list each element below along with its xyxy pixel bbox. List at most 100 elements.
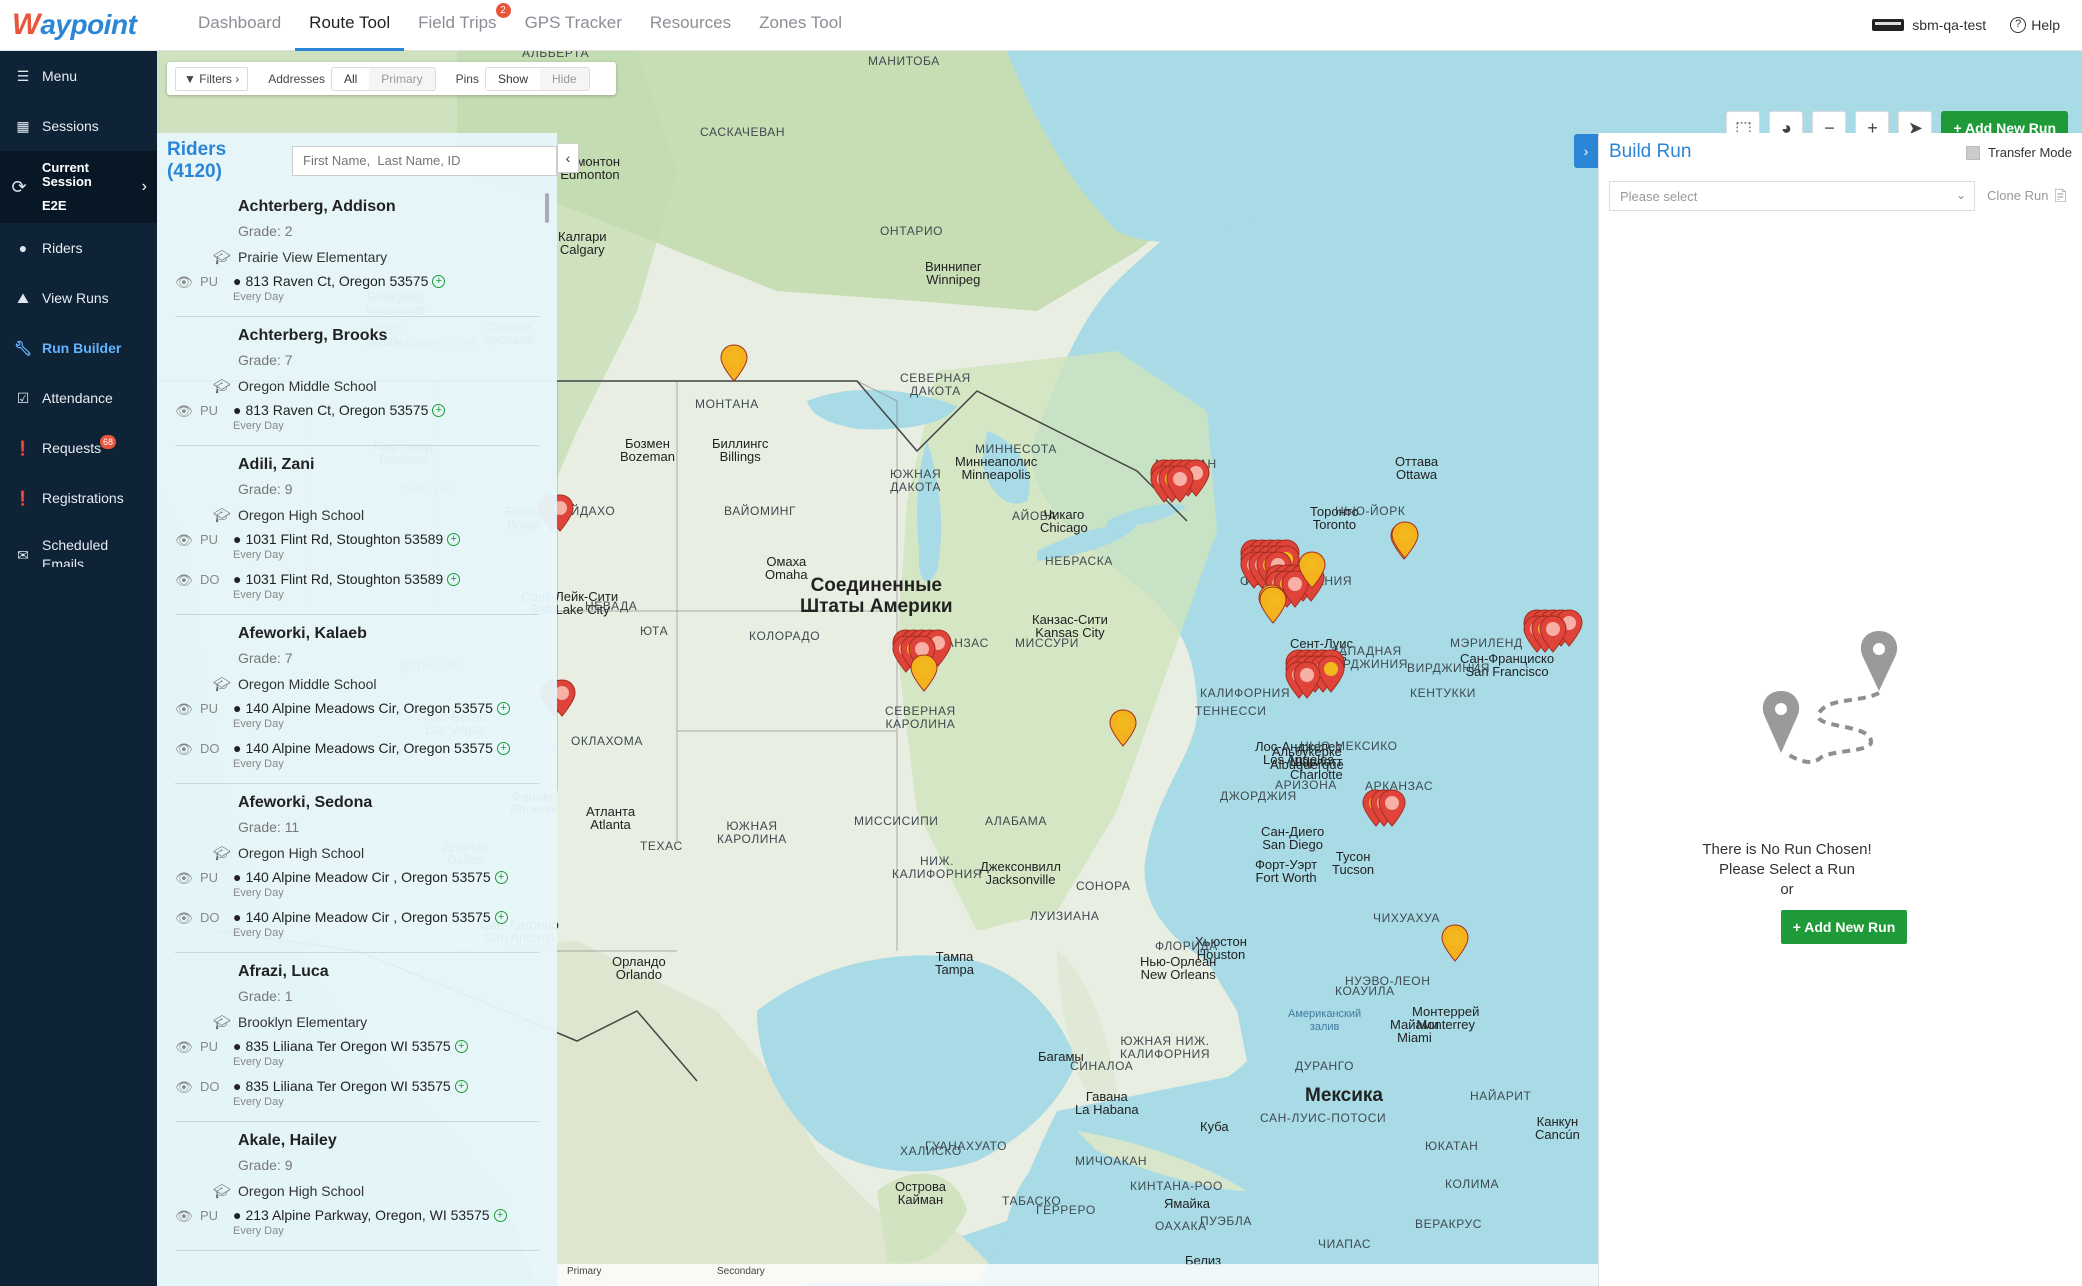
map-pin[interactable] bbox=[1166, 465, 1194, 503]
rider-name[interactable]: Achterberg, Brooks bbox=[238, 325, 539, 347]
map-pin[interactable] bbox=[1391, 521, 1419, 559]
map-pin[interactable] bbox=[1293, 661, 1321, 699]
bus-icon bbox=[1872, 19, 1905, 31]
nav-tab-3[interactable]: GPS Tracker bbox=[511, 0, 636, 51]
sidebar-item-riders[interactable]: ● Riders bbox=[0, 223, 157, 273]
add-stop-icon[interactable]: + bbox=[494, 870, 508, 884]
add-stop-icon[interactable]: + bbox=[432, 274, 446, 288]
add-stop-icon[interactable]: + bbox=[454, 1079, 468, 1093]
map-pin[interactable] bbox=[1378, 789, 1406, 827]
sidebar-item-registrations[interactable]: ❗ Registrations bbox=[0, 473, 157, 523]
eye-icon[interactable]: 👁︎ bbox=[175, 572, 195, 589]
pins-hide-option[interactable]: Hide bbox=[540, 67, 589, 90]
current-session-value: E2E bbox=[42, 198, 67, 213]
map-label: Орландо Orlando bbox=[612, 954, 666, 982]
eye-icon[interactable]: 👁︎ bbox=[175, 701, 195, 718]
sidebar-item-current-session[interactable]: ⟳ Current Session E2E › bbox=[0, 151, 157, 223]
map-pin[interactable] bbox=[720, 344, 748, 382]
eye-icon[interactable]: 👁︎ bbox=[175, 910, 195, 927]
map-pin[interactable] bbox=[910, 654, 938, 692]
nav-tab-0[interactable]: Dashboard bbox=[184, 0, 295, 51]
empty-add-new-run-button[interactable]: + Add New Run bbox=[1781, 910, 1907, 944]
rider-list-item[interactable]: Akale, Hailey Grade: 9 🎓︎ Oregon High Schoo… bbox=[175, 1122, 539, 1251]
addresses-all-option[interactable]: All bbox=[331, 67, 370, 90]
waypoint-logo[interactable]: W aypoint bbox=[12, 8, 172, 42]
sidebar-item-run-builder[interactable]: 🔧︎ Run Builder bbox=[0, 323, 157, 373]
rider-name[interactable]: Afrazi, Luca bbox=[238, 961, 539, 983]
stop-address[interactable]: ● 213 Alpine Parkway, Oregon, WI 53575 + bbox=[233, 1206, 507, 1224]
add-stop-icon[interactable]: + bbox=[432, 403, 446, 417]
eye-icon[interactable]: 👁︎ bbox=[175, 274, 195, 291]
eye-icon[interactable]: 👁︎ bbox=[175, 403, 195, 420]
rider-name[interactable]: Afeworki, Sedona bbox=[238, 792, 539, 814]
addresses-primary-option[interactable]: Primary bbox=[369, 67, 435, 90]
stop-address[interactable]: ● 1031 Flint Rd, Stoughton 53589 + bbox=[233, 530, 461, 548]
rider-search-input[interactable] bbox=[292, 145, 557, 176]
stop-address[interactable]: ● 140 Alpine Meadow Cir , Oregon 53575 + bbox=[233, 908, 508, 926]
add-stop-icon[interactable]: + bbox=[494, 910, 508, 924]
filters-button[interactable]: ▼ Filters › bbox=[175, 66, 249, 91]
sidebar-item-menu[interactable]: ☰ Menu bbox=[0, 51, 157, 101]
eye-icon[interactable]: 👁︎ bbox=[175, 532, 195, 549]
nav-tab-5[interactable]: Zones Tool bbox=[745, 0, 856, 51]
road-icon: ⛰ bbox=[17, 289, 29, 306]
stop-address[interactable]: ● 835 Liliana Ter Oregon WI 53575 + bbox=[233, 1037, 468, 1055]
map-pin[interactable] bbox=[1259, 586, 1287, 624]
rider-name[interactable]: Akale, Hailey bbox=[238, 1130, 539, 1152]
eye-icon[interactable]: 👁︎ bbox=[175, 741, 195, 758]
map-pin[interactable] bbox=[1298, 551, 1326, 589]
stop-frequency: Every Day bbox=[233, 1225, 284, 1237]
add-stop-icon[interactable]: + bbox=[447, 532, 461, 546]
pins-show-option[interactable]: Show bbox=[485, 67, 541, 90]
eye-icon[interactable]: 👁︎ bbox=[175, 1208, 195, 1225]
rider-list-item[interactable]: Afeworki, Kalaeb Grade: 7 🎓︎ Oregon Middle … bbox=[175, 615, 539, 784]
user-menu[interactable]: sbm-qa-test bbox=[1872, 17, 1986, 33]
rider-list-item[interactable]: Adili, Zani Grade: 9 🎓︎ Oregon High School 👁… bbox=[175, 446, 539, 615]
sidebar-item-sessions[interactable]: ▦ Sessions bbox=[0, 101, 157, 151]
stop-address[interactable]: ● 140 Alpine Meadows Cir, Oregon 53575 + bbox=[233, 739, 510, 757]
transfer-mode-toggle[interactable]: Transfer Mode bbox=[1965, 145, 2072, 160]
rider-list-item[interactable]: Afrazi, Luca Grade: 1 🎓︎ Brooklyn Elementar… bbox=[175, 953, 539, 1122]
rider-grade: Grade: 7 bbox=[238, 650, 293, 666]
empty-line-3: or bbox=[1780, 881, 1794, 898]
help-link[interactable]: ? Help bbox=[2010, 17, 2060, 33]
nav-tab-2[interactable]: Field Trips 2 bbox=[404, 0, 511, 51]
map-label: ВИРДЖИНИЯ bbox=[1407, 661, 1491, 675]
stop-address[interactable]: ● 140 Alpine Meadow Cir , Oregon 53575 + bbox=[233, 868, 508, 886]
rider-name[interactable]: Adili, Zani bbox=[238, 454, 539, 476]
map-pin[interactable] bbox=[1441, 924, 1469, 962]
sidebar-item-requests[interactable]: ❗ Requests 68 bbox=[0, 423, 157, 473]
add-stop-icon[interactable]: + bbox=[496, 701, 510, 715]
stop-address[interactable]: ● 813 Raven Ct, Oregon 53575 + bbox=[233, 272, 446, 290]
nav-tab-1[interactable]: Route Tool bbox=[295, 0, 405, 51]
eye-icon[interactable]: 👁︎ bbox=[175, 1039, 195, 1056]
map-pin[interactable] bbox=[1317, 655, 1345, 693]
map-pin[interactable] bbox=[1109, 709, 1137, 747]
build-run-toggle-tab[interactable]: › bbox=[1574, 134, 1598, 168]
rider-name[interactable]: Afeworki, Kalaeb bbox=[238, 623, 539, 645]
calendar-icon: ▦ bbox=[16, 117, 30, 134]
rider-name[interactable]: Achterberg, Addison bbox=[238, 196, 539, 218]
transfer-mode-checkbox[interactable] bbox=[1965, 145, 1980, 160]
eye-icon[interactable]: 👁︎ bbox=[175, 1079, 195, 1096]
nav-tab-4[interactable]: Resources bbox=[636, 0, 745, 51]
sidebar-item-attendance[interactable]: ☑ Attendance bbox=[0, 373, 157, 423]
rider-list-item[interactable]: Achterberg, Brooks Grade: 7 🎓︎ Oregon Middl… bbox=[175, 317, 539, 446]
clone-run-button[interactable]: Clone Run 📄︎ bbox=[1987, 188, 2069, 204]
collapse-panel-button[interactable]: ‹ bbox=[557, 143, 579, 173]
add-stop-icon[interactable]: + bbox=[493, 1208, 507, 1222]
sidebar-item-view-runs[interactable]: ⛰ View Runs bbox=[0, 273, 157, 323]
rider-list-item[interactable]: Afeworki, Sedona Grade: 11 🎓︎ Oregon High S… bbox=[175, 784, 539, 953]
stop-address[interactable]: ● 140 Alpine Meadows Cir, Oregon 53575 + bbox=[233, 699, 510, 717]
run-select-dropdown[interactable]: Please select ⌄ bbox=[1609, 181, 1975, 211]
stop-address[interactable]: ● 813 Raven Ct, Oregon 53575 + bbox=[233, 401, 446, 419]
rider-list-scrollbar[interactable] bbox=[545, 193, 549, 223]
add-stop-icon[interactable]: + bbox=[496, 741, 510, 755]
eye-icon[interactable]: 👁︎ bbox=[175, 870, 195, 887]
add-stop-icon[interactable]: + bbox=[447, 572, 461, 586]
stop-address[interactable]: ● 835 Liliana Ter Oregon WI 53575 + bbox=[233, 1077, 468, 1095]
rider-list-item[interactable]: Achterberg, Addison Grade: 2 🎓︎ Prairie Vie… bbox=[175, 188, 539, 317]
add-stop-icon[interactable]: + bbox=[454, 1039, 468, 1053]
map-pin[interactable] bbox=[1539, 615, 1567, 653]
stop-address[interactable]: ● 1031 Flint Rd, Stoughton 53589 + bbox=[233, 570, 461, 588]
